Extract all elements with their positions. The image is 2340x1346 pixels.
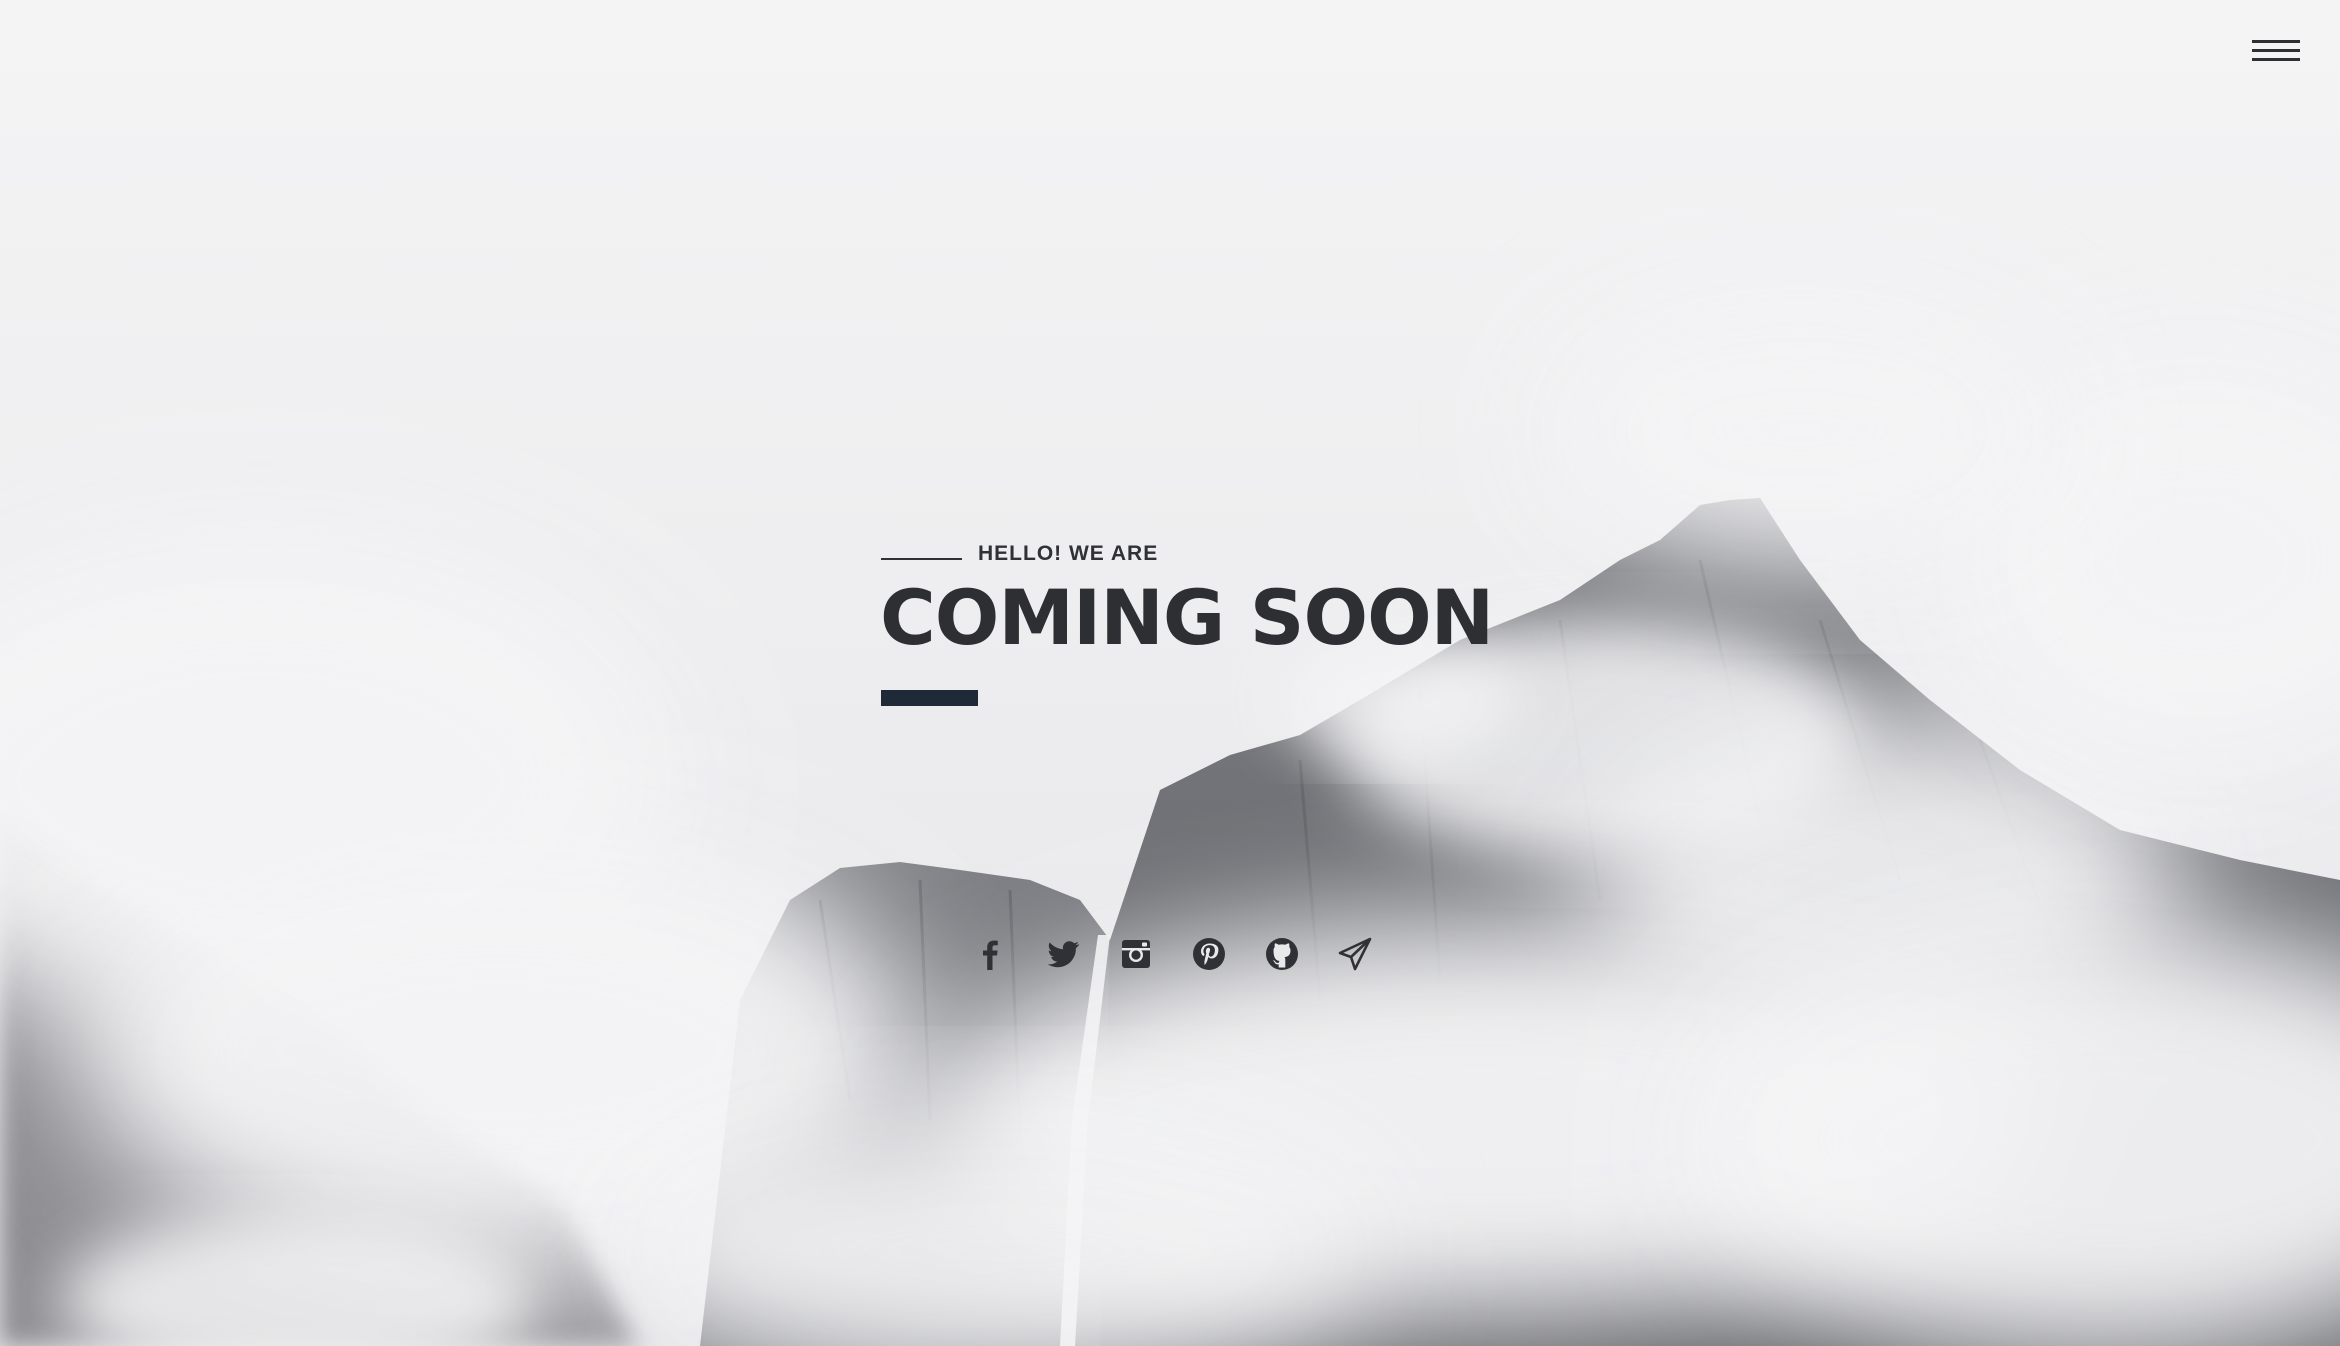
facebook-link[interactable]	[970, 934, 1010, 974]
instagram-link[interactable]	[1116, 934, 1156, 974]
send-link[interactable]	[1335, 934, 1375, 974]
hamburger-menu-icon-line	[2252, 49, 2300, 52]
hamburger-menu-icon	[2252, 40, 2300, 43]
intro-text: HELLO! WE ARE	[978, 542, 1159, 565]
send-icon	[1338, 937, 1372, 971]
background-mountain-image	[0, 0, 2340, 1346]
hamburger-menu-button[interactable]	[2252, 38, 2300, 68]
social-links	[970, 934, 1408, 974]
hamburger-menu-icon-line	[2252, 58, 2300, 61]
twitter-link[interactable]	[1043, 934, 1083, 974]
intro-divider-line	[881, 558, 962, 560]
facebook-icon	[983, 940, 998, 970]
pinterest-icon	[1193, 938, 1225, 970]
title-accent-bar	[881, 690, 978, 706]
github-link[interactable]	[1262, 934, 1302, 974]
twitter-icon	[1047, 941, 1079, 968]
pinterest-link[interactable]	[1189, 934, 1229, 974]
github-icon	[1266, 938, 1298, 970]
page-title: COMING SOON	[880, 573, 1494, 662]
instagram-icon	[1122, 940, 1150, 968]
